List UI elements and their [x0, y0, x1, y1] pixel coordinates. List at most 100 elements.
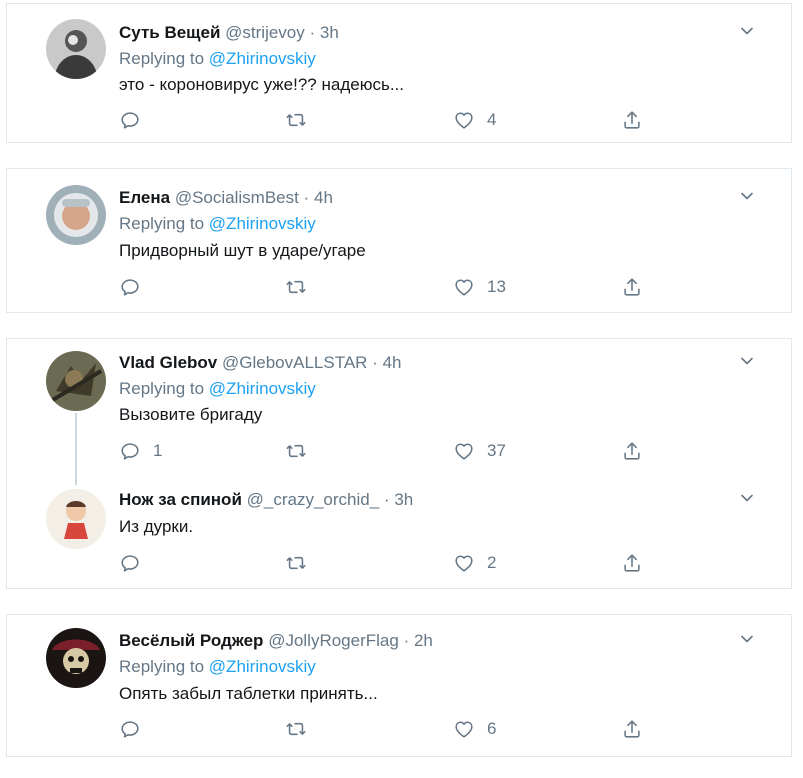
retweet-button[interactable]: [285, 717, 319, 741]
like-icon: [453, 552, 475, 574]
author-handle[interactable]: @GlebovALLSTAR: [222, 353, 367, 372]
reply-button[interactable]: 1: [119, 439, 162, 463]
retweet-icon: [285, 109, 307, 131]
reply-button[interactable]: [119, 551, 153, 575]
mention-link[interactable]: @Zhirinovskiy: [209, 379, 316, 398]
tweet-card[interactable]: Весёлый Роджер @JollyRogerFlag · 2h Repl…: [6, 614, 792, 757]
avatar[interactable]: [46, 351, 106, 411]
replying-to: Replying to @Zhirinovskiy: [119, 657, 316, 677]
timestamp[interactable]: 2h: [414, 631, 433, 650]
share-button[interactable]: [621, 551, 643, 575]
share-icon: [621, 552, 643, 574]
action-bar: 13: [119, 275, 679, 299]
author-handle[interactable]: @SocialismBest: [175, 188, 299, 207]
replying-to: Replying to @Zhirinovskiy: [119, 49, 316, 69]
separator-dot: ·: [309, 23, 316, 42]
like-icon: [453, 718, 475, 740]
replying-to-label: Replying to: [119, 657, 205, 676]
action-bar: 2: [119, 551, 679, 575]
share-icon: [621, 109, 643, 131]
share-button[interactable]: [621, 275, 643, 299]
avatar[interactable]: [46, 628, 106, 688]
like-icon: [453, 109, 475, 131]
tweet-text: Вызовите бригаду: [119, 405, 263, 424]
author-name[interactable]: Весёлый Роджер: [119, 631, 263, 650]
share-icon: [621, 276, 643, 298]
separator-dot: ·: [383, 490, 390, 509]
timestamp[interactable]: 4h: [383, 353, 402, 372]
mention-link[interactable]: @Zhirinovskiy: [209, 49, 316, 68]
replying-to: Replying to @Zhirinovskiy: [119, 214, 316, 234]
timestamp[interactable]: 3h: [394, 490, 413, 509]
timestamp[interactable]: 4h: [314, 188, 333, 207]
like-button[interactable]: 6: [453, 717, 496, 741]
retweet-button[interactable]: [285, 439, 319, 463]
chevron-down-icon[interactable]: [739, 631, 755, 647]
like-button[interactable]: 13: [453, 275, 506, 299]
action-bar: 1 37: [119, 439, 679, 463]
separator-dot: ·: [303, 188, 310, 207]
thread-card[interactable]: Vlad Glebov @GlebovALLSTAR · 4h Replying…: [6, 338, 792, 589]
tweet-text: это - короновирус уже!?? надеюсь...: [119, 75, 404, 94]
replying-to-label: Replying to: [119, 214, 205, 233]
chevron-down-icon[interactable]: [739, 188, 755, 204]
author-name[interactable]: Vlad Glebov: [119, 353, 217, 372]
tweet-text: Придворный шут в ударе/угаре: [119, 241, 366, 260]
action-bar: 6: [119, 717, 679, 741]
separator-dot: ·: [372, 353, 378, 372]
share-icon: [621, 440, 643, 462]
like-count: 4: [487, 110, 497, 129]
retweet-icon: [285, 718, 307, 740]
reply-icon: [119, 276, 141, 298]
chevron-down-icon[interactable]: [739, 353, 755, 369]
reply-icon: [119, 552, 141, 574]
share-button[interactable]: [621, 108, 643, 132]
like-button[interactable]: 4: [453, 108, 496, 132]
timestamp[interactable]: 3h: [320, 23, 339, 42]
retweet-icon: [285, 440, 307, 462]
avatar[interactable]: [46, 489, 106, 549]
reply-count: 1: [153, 441, 163, 460]
share-button[interactable]: [621, 439, 643, 463]
like-icon: [453, 440, 475, 462]
replying-to-label: Replying to: [119, 379, 205, 398]
avatar[interactable]: [46, 185, 106, 245]
retweet-icon: [285, 552, 307, 574]
replying-to: Replying to @Zhirinovskiy: [119, 379, 316, 399]
chevron-down-icon[interactable]: [739, 23, 755, 39]
like-count: 13: [487, 277, 506, 296]
reply-button[interactable]: [119, 108, 153, 132]
author-handle[interactable]: @_crazy_orchid_: [247, 490, 380, 509]
reply-button[interactable]: [119, 717, 153, 741]
share-icon: [621, 718, 643, 740]
author-name[interactable]: Нож за спиной: [119, 490, 242, 509]
reply-icon: [119, 109, 141, 131]
reply-icon: [119, 440, 141, 462]
retweet-button[interactable]: [285, 551, 319, 575]
author-name[interactable]: Елена: [119, 188, 170, 207]
like-count: 6: [487, 719, 497, 738]
reply-icon: [119, 718, 141, 740]
like-count: 2: [487, 553, 497, 572]
retweet-button[interactable]: [285, 108, 319, 132]
like-button[interactable]: 2: [453, 551, 496, 575]
mention-link[interactable]: @Zhirinovskiy: [209, 657, 316, 676]
tweet-card[interactable]: Суть Вещей @strijevoy · 3h Replying to @…: [6, 3, 792, 143]
avatar[interactable]: [46, 19, 106, 79]
author-name[interactable]: Суть Вещей: [119, 23, 220, 42]
like-button[interactable]: 37: [453, 439, 506, 463]
chevron-down-icon[interactable]: [739, 490, 755, 506]
separator-dot: ·: [403, 631, 410, 650]
retweet-icon: [285, 276, 307, 298]
retweet-button[interactable]: [285, 275, 319, 299]
author-handle[interactable]: @strijevoy: [225, 23, 305, 42]
like-icon: [453, 276, 475, 298]
action-bar: 4: [119, 108, 679, 132]
tweet-text: Из дурки.: [119, 517, 194, 536]
share-button[interactable]: [621, 717, 643, 741]
tweet-text: Опять забыл таблетки принять...: [119, 684, 378, 703]
tweet-card[interactable]: Елена @SocialismBest · 4h Replying to @Z…: [6, 168, 792, 313]
mention-link[interactable]: @Zhirinovskiy: [209, 214, 316, 233]
reply-button[interactable]: [119, 275, 153, 299]
author-handle[interactable]: @JollyRogerFlag: [268, 631, 399, 650]
